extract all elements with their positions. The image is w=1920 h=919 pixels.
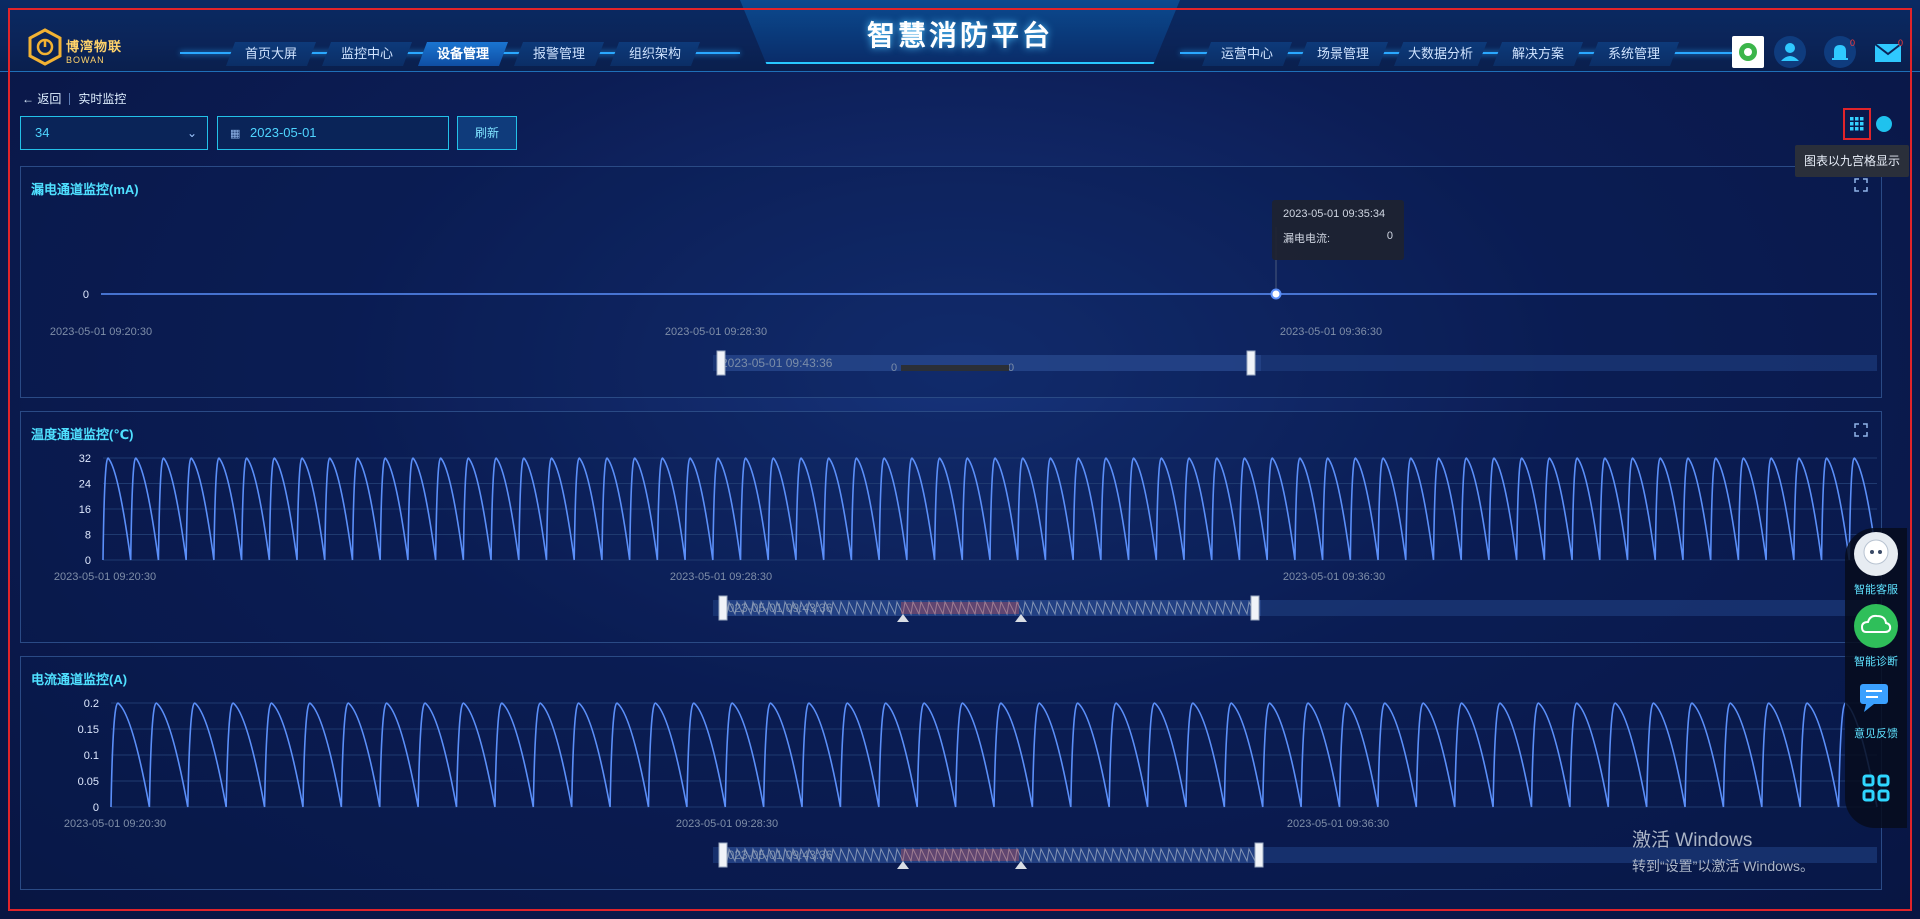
x-tick-label: 2023-05-01 09:20:30 bbox=[64, 818, 166, 830]
nav-monitor[interactable]: 监控中心 bbox=[322, 42, 412, 66]
grid-tooltip: 图表以九宫格显示 bbox=[1795, 145, 1909, 177]
temperature-chart-panel: 温度通道监控(℃) 0 8 16 24 32 2023-05-01 09:20:30 202… bbox=[20, 411, 1882, 643]
date-value: 2023-05-01 bbox=[250, 125, 317, 140]
y-tick-label: 8 bbox=[85, 530, 91, 542]
zoom-handle-left bbox=[716, 350, 726, 376]
nav-bigdata[interactable]: 大数据分析 bbox=[1394, 42, 1488, 66]
zoom-handle-left bbox=[718, 842, 728, 868]
x-tick-label: 2023-05-01 09:36:30 bbox=[1280, 326, 1382, 338]
logo-cn: 博湾物联 bbox=[66, 39, 123, 54]
y-tick-label: 24 bbox=[79, 479, 91, 491]
zoom-handle-right bbox=[1254, 842, 1264, 868]
breadcrumb-divider bbox=[69, 92, 71, 105]
leakage-chart-panel: 漏电通道监控(mA) 0 2023-05-01 09:20:30 2023-05-0… bbox=[20, 166, 1882, 398]
alarm-badge: 0 bbox=[1850, 38, 1856, 48]
watermark-line1: 激活 Windows bbox=[1632, 830, 1753, 851]
nav-scene[interactable]: 场景管理 bbox=[1298, 42, 1388, 66]
floating-toolbar: 智能客服 智能诊断 意见反馈 bbox=[1845, 528, 1907, 828]
zoom-start-label: 2023-05-01 09:43:36 bbox=[721, 356, 833, 370]
y-tick-label: 0 bbox=[83, 289, 89, 301]
x-tick-label: 2023-05-01 09:28:30 bbox=[670, 571, 772, 583]
zoom-handle-right bbox=[1246, 350, 1256, 376]
nav-device[interactable]: 设备管理 bbox=[418, 42, 508, 66]
back-arrow-icon[interactable]: ← bbox=[22, 92, 37, 106]
hover-point bbox=[1270, 288, 1282, 300]
tooltip-label: 漏电电流: bbox=[1283, 233, 1331, 245]
y-tick-label: 0.1 bbox=[84, 750, 99, 762]
y-tick-label: 0.2 bbox=[84, 698, 99, 710]
leakage-chart[interactable]: 0 2023-05-01 09:20:30 2023-05-01 09:28:30 2… bbox=[21, 167, 1883, 399]
nav-system[interactable]: 系统管理 bbox=[1589, 42, 1680, 66]
refresh-button[interactable]: 刷新 bbox=[457, 116, 517, 150]
nav-right: 运营中心 场景管理 大数据分析 解决方案 系统管理 bbox=[1202, 42, 1685, 66]
nav-solutions[interactable]: 解决方案 bbox=[1493, 42, 1584, 66]
device-select-value: 34 bbox=[35, 125, 50, 140]
app-grid-icon bbox=[1862, 774, 1890, 802]
list-view-toggle[interactable] bbox=[1876, 116, 1892, 132]
x-tick-label: 2023-05-01 09:36:30 bbox=[1283, 571, 1385, 583]
windows-activation-watermark: 激活 Windows 转到“设置”以激活 Windows。 bbox=[1632, 825, 1814, 876]
y-tick-label: 32 bbox=[79, 453, 91, 465]
app-title: 智慧消防平台 bbox=[866, 20, 1053, 51]
zoom-handle-left bbox=[718, 595, 728, 621]
float-label: 智能诊断 bbox=[1854, 656, 1898, 668]
float-label: 智能客服 bbox=[1854, 584, 1898, 596]
current-chart[interactable]: 0 0.05 0.1 0.15 0.2 2023-05-01 09:20:30 2023-0… bbox=[21, 657, 1883, 891]
cloud-diagnosis-icon bbox=[1854, 604, 1898, 648]
watermark-line2: 转到“设置”以激活 Windows。 bbox=[1632, 858, 1815, 874]
grid-view-toggle[interactable] bbox=[1843, 108, 1871, 140]
logo-en: BOWAN bbox=[66, 55, 105, 65]
x-tick-label: 2023-05-01 09:20:30 bbox=[50, 326, 152, 338]
x-tick-label: 2023-05-01 09:28:30 bbox=[665, 326, 767, 338]
top-header: 博湾物联 BOWAN 智慧消防平台 首页大屏 监控中心 设备管理 报警管理 组织… bbox=[0, 0, 1920, 72]
page-label: 实时监控 bbox=[78, 92, 127, 106]
calendar-icon: ▦ bbox=[230, 128, 241, 140]
robot-assistant-icon bbox=[1854, 532, 1898, 576]
y-tick-label: 0.05 bbox=[78, 776, 99, 788]
smart-diagnosis-button[interactable]: 智能诊断 bbox=[1845, 604, 1907, 669]
x-tick-label: 2023-05-01 09:36:30 bbox=[1287, 818, 1389, 830]
nav-left: 首页大屏 监控中心 设备管理 报警管理 组织架构 bbox=[226, 42, 706, 66]
x-tick-label: 2023-05-01 09:28:30 bbox=[676, 818, 778, 830]
zoom-mini-bar bbox=[901, 365, 1009, 371]
nav-operations[interactable]: 运营中心 bbox=[1202, 42, 1292, 66]
chart-tooltip: 2023-05-01 09:35:34 漏电电流: 0 bbox=[1272, 200, 1404, 260]
nav-org[interactable]: 组织架构 bbox=[610, 42, 700, 66]
bowan-logo-icon bbox=[28, 28, 62, 66]
temperature-chart[interactable]: 0 8 16 24 32 2023-05-01 09:20:30 2023-05-01 09… bbox=[21, 412, 1883, 644]
nav-home[interactable]: 首页大屏 bbox=[226, 42, 316, 66]
feedback-button[interactable]: 意见反馈 bbox=[1845, 676, 1907, 741]
smart-service-button[interactable]: 智能客服 bbox=[1845, 532, 1907, 597]
grid-icon bbox=[1850, 117, 1864, 131]
tooltip-time: 2023-05-01 09:35:34 bbox=[1283, 208, 1386, 220]
breadcrumb: ← 返回 实时监控 bbox=[22, 90, 126, 107]
zoom-handle-right bbox=[1250, 595, 1260, 621]
zoom-highlight-band bbox=[901, 602, 1019, 614]
float-label: 意见反馈 bbox=[1854, 728, 1898, 740]
x-tick-label: 2023-05-01 09:20:30 bbox=[54, 571, 156, 583]
current-chart-panel: 电流通道监控(A) 0 0.05 0.1 0.15 0.2 2023-05-01 09:2… bbox=[20, 656, 1882, 890]
device-select[interactable]: 34 ⌄ bbox=[20, 116, 208, 150]
tooltip-value: 0 bbox=[1386, 230, 1393, 242]
y-tick-label: 16 bbox=[79, 504, 91, 516]
logo-text: 博湾物联 BOWAN bbox=[66, 36, 122, 65]
message-badge: 0 bbox=[1898, 38, 1904, 48]
y-tick-label: 0 bbox=[85, 555, 91, 567]
zoom-value-left: 0 bbox=[891, 362, 897, 374]
nav-alarm[interactable]: 报警管理 bbox=[514, 42, 604, 66]
chat-feedback-icon bbox=[1860, 684, 1888, 712]
user-icon[interactable] bbox=[1774, 36, 1806, 68]
zoom-highlight-band bbox=[901, 849, 1019, 861]
y-tick-label: 0.15 bbox=[78, 724, 99, 736]
y-tick-label: 0 bbox=[93, 802, 99, 814]
app-grid-button[interactable] bbox=[1845, 766, 1907, 815]
qr-code-icon[interactable] bbox=[1732, 36, 1764, 68]
back-link[interactable]: 返回 bbox=[37, 90, 61, 107]
chevron-down-icon: ⌄ bbox=[186, 126, 197, 140]
date-picker[interactable]: ▦ 2023-05-01 bbox=[217, 116, 449, 150]
